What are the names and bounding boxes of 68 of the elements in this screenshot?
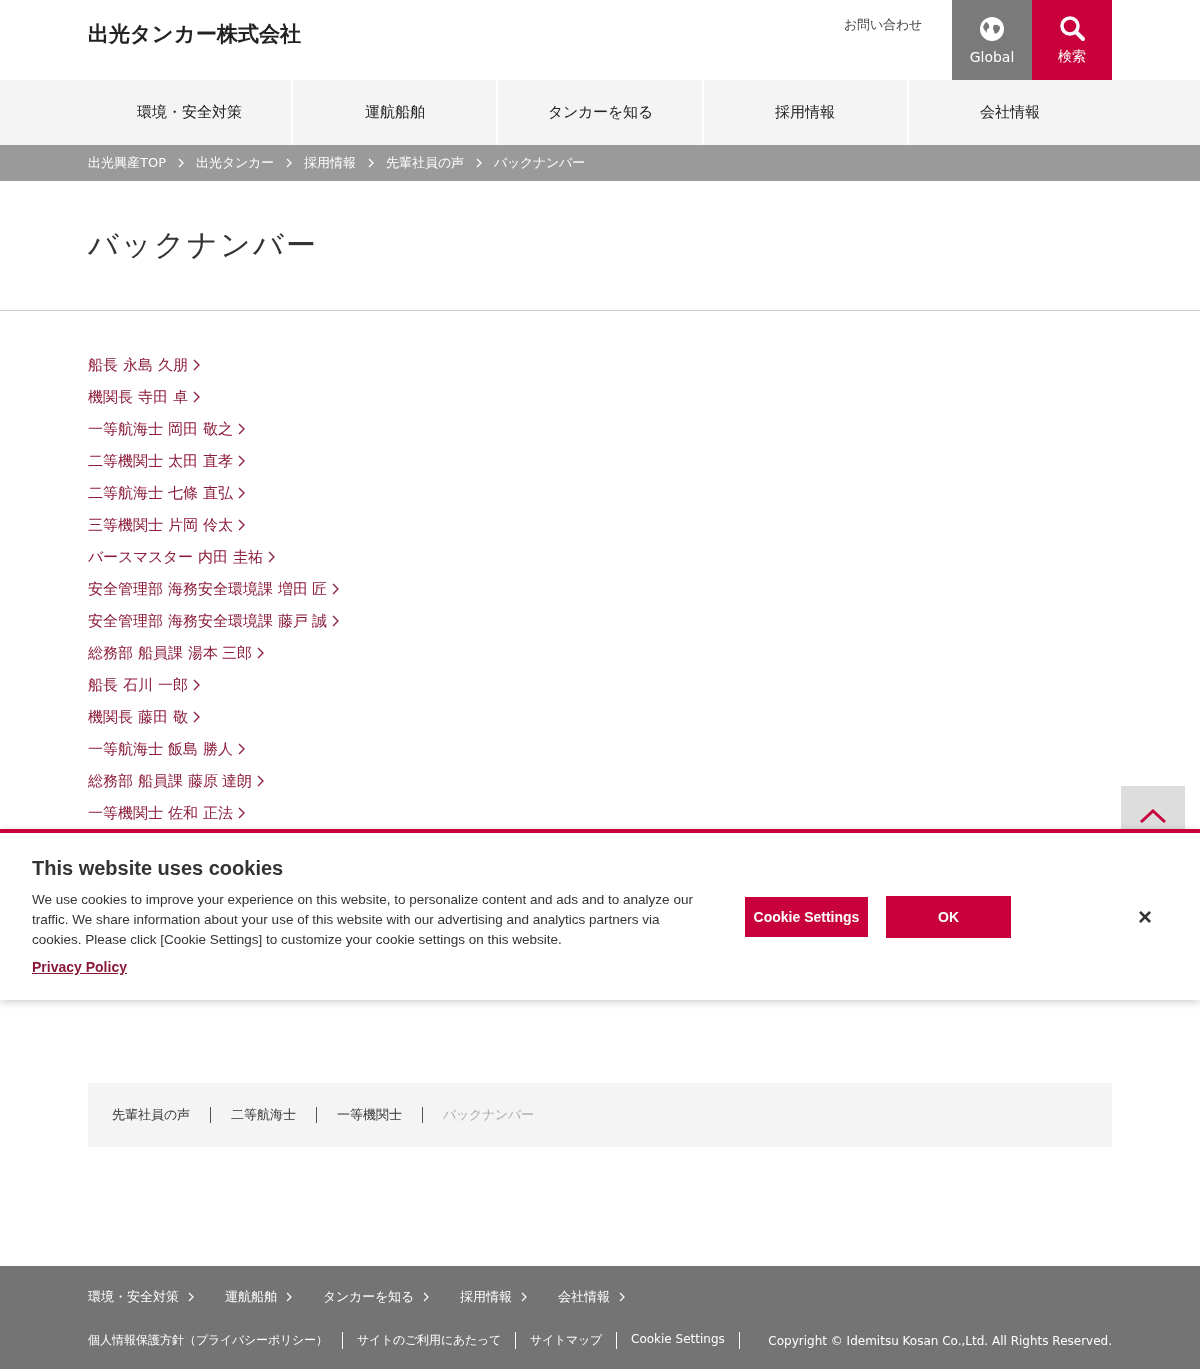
article-link[interactable]: 三等機関士 片岡 伶太 xyxy=(88,509,246,541)
page-title: バックナンバー xyxy=(88,226,318,264)
chevron-icon xyxy=(266,550,276,564)
chevron-icon xyxy=(285,1291,293,1303)
cookie-title: This website uses cookies xyxy=(32,857,285,880)
sub-nav-link[interactable]: 一等機関士 xyxy=(337,1106,402,1124)
article-link[interactable]: 総務部 船員課 藤原 達朗 xyxy=(88,765,266,797)
article-link[interactable]: 総務部 船員課 湯本 三郎 xyxy=(88,637,266,669)
chevron-icon xyxy=(236,454,246,468)
footer-link[interactable]: 個人情報保護方針（プライバシーポリシー） xyxy=(88,1332,343,1349)
contact-link[interactable]: お問い合わせ xyxy=(844,16,922,34)
nav-tab[interactable]: 環境・安全対策 xyxy=(88,80,292,145)
back-to-top-button[interactable] xyxy=(1121,786,1185,829)
company-logo[interactable]: 出光タンカー株式会社 xyxy=(88,20,301,48)
chevron-icon xyxy=(475,158,483,168)
article-link[interactable]: 一等航海士 飯島 勝人 xyxy=(88,733,246,765)
chevron-icon xyxy=(256,774,266,788)
chevron-icon xyxy=(236,422,246,436)
footer-nav-link[interactable]: 会社情報 xyxy=(558,1288,626,1306)
chevron-icon xyxy=(187,1291,195,1303)
article-link[interactable]: 機関長 藤田 敬 xyxy=(88,701,201,733)
cookie-message: We use cookies to improve your experience on this website, to personalize content and ads and to analyze our traffic. We share information about your use of this website with our advertising and analytics partners via cookies. Please click [Cookie Settings] to customize your cookie settings on this website. xyxy=(32,891,694,949)
chevron-icon xyxy=(331,582,341,596)
article-link[interactable]: 船長 永島 久朋 xyxy=(88,349,201,381)
chevron-icon xyxy=(618,1291,626,1303)
chevron-icon xyxy=(236,742,246,756)
chevron-icon xyxy=(191,678,201,692)
article-link[interactable]: 船長 石川 一郎 xyxy=(88,669,201,701)
chevron-icon xyxy=(520,1291,528,1303)
footer-link[interactable]: Cookie Settings xyxy=(631,1332,740,1349)
globe-icon xyxy=(978,15,1006,43)
article-link[interactable]: 一等機関士 佐和 正法 xyxy=(88,797,246,829)
chevron-icon xyxy=(367,158,375,168)
chevron-icon xyxy=(331,614,341,628)
footer-nav-link[interactable]: 環境・安全対策 xyxy=(88,1288,195,1306)
search-icon xyxy=(1058,14,1086,42)
chevron-icon xyxy=(285,158,293,168)
copyright-text: Copyright © Idemitsu Kosan Co.,Ltd. All Rights Reserved. xyxy=(768,1333,1112,1348)
footer-nav-link[interactable]: 運航船舶 xyxy=(225,1288,293,1306)
footer-nav-link[interactable]: 採用情報 xyxy=(460,1288,528,1306)
chevron-icon xyxy=(191,710,201,724)
privacy-policy-link[interactable]: Privacy Policy xyxy=(32,959,127,975)
search-button[interactable]: 検索 xyxy=(1032,0,1112,80)
sub-nav-link[interactable]: 先輩社員の声 xyxy=(112,1106,190,1124)
sub-nav-link[interactable]: 二等航海士 xyxy=(231,1106,296,1124)
global-button[interactable]: Global xyxy=(952,0,1032,80)
close-button[interactable]: × xyxy=(1132,901,1158,932)
footer-nav-link[interactable]: タンカーを知る xyxy=(323,1288,430,1306)
chevron-icon xyxy=(191,358,201,372)
article-link[interactable]: 安全管理部 海務安全環境課 増田 匠 xyxy=(88,573,341,605)
article-link[interactable]: 二等機関士 太田 直孝 xyxy=(88,445,246,477)
article-link[interactable]: 二等航海士 七條 直弘 xyxy=(88,477,246,509)
chevron-icon xyxy=(191,390,201,404)
cookie-settings-button[interactable]: Cookie Settings xyxy=(745,896,868,937)
ok-button[interactable]: OK xyxy=(886,895,1011,938)
chevron-icon xyxy=(422,1291,430,1303)
footer-link[interactable]: サイトマップ xyxy=(530,1332,617,1349)
chevron-up-icon xyxy=(1139,808,1167,824)
article-link[interactable]: バースマスター 内田 圭祐 xyxy=(88,541,276,573)
chevron-icon xyxy=(177,158,185,168)
chevron-icon xyxy=(256,646,266,660)
article-link[interactable]: 機関長 寺田 卓 xyxy=(88,381,201,413)
chevron-icon xyxy=(236,806,246,820)
footer-link[interactable]: サイトのご利用にあたって xyxy=(357,1332,516,1349)
chevron-icon xyxy=(236,518,246,532)
article-link[interactable]: 安全管理部 海務安全環境課 藤戸 誠 xyxy=(88,605,341,637)
chevron-icon xyxy=(236,486,246,500)
article-link[interactable]: 一等航海士 岡田 敬之 xyxy=(88,413,246,445)
